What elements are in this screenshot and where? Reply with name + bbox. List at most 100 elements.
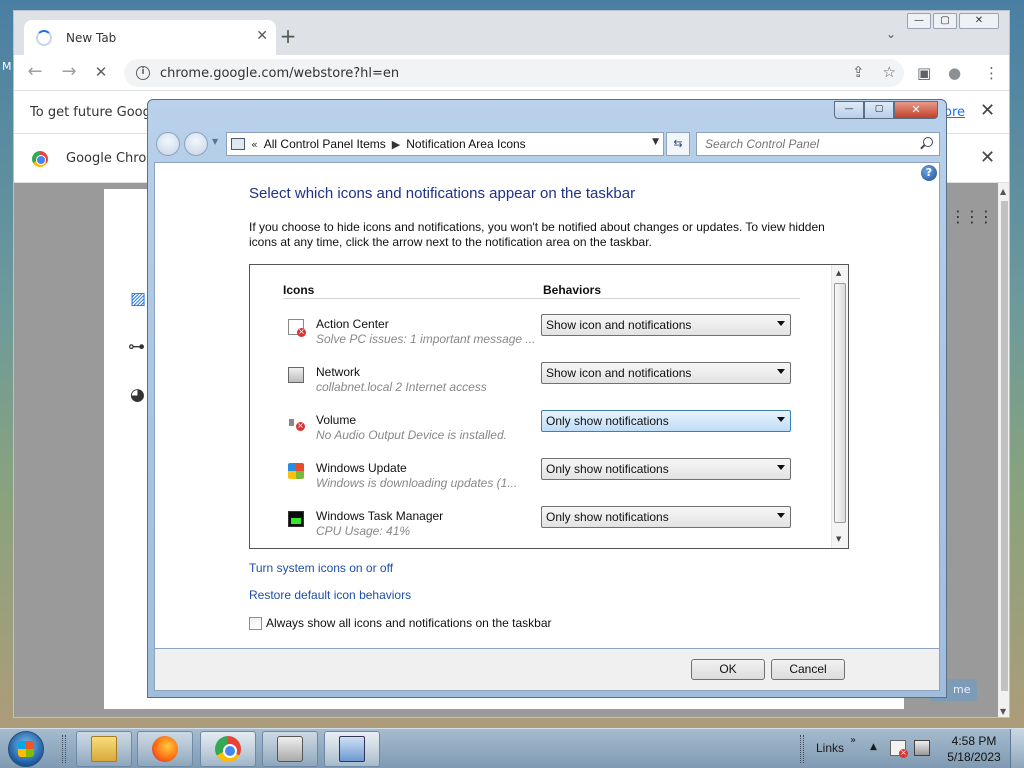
always-show-all-checkbox[interactable]: [249, 616, 262, 630]
scroll-up-icon[interactable]: ▲: [1000, 187, 1006, 196]
taskbar-firefox[interactable]: [137, 731, 193, 767]
item-description: Solve PC issues: 1 important message ...: [316, 332, 536, 346]
behavior-dropdown[interactable]: Only show notifications: [541, 458, 791, 480]
breadcrumb-overflow[interactable]: «: [251, 138, 258, 151]
turn-system-icons-link[interactable]: Turn system icons on or off: [249, 561, 393, 575]
tab-close-icon[interactable]: ✕: [256, 28, 268, 44]
behavior-value: Only show notifications: [546, 414, 669, 428]
chrome-maximize-button[interactable]: ▢: [933, 13, 957, 29]
behavior-dropdown[interactable]: Show icon and notifications: [541, 314, 791, 336]
side-panel-icon[interactable]: ▣: [917, 64, 931, 82]
bookmark-star-icon[interactable]: ☆: [883, 63, 896, 81]
clock-date: 5/18/2023: [947, 750, 1001, 764]
item-name: Network: [316, 365, 361, 379]
always-show-all-checkbox-row[interactable]: Always show all icons and notifications …: [249, 616, 552, 630]
dialog-maximize-button[interactable]: ▢: [864, 101, 894, 119]
breadcrumb-all-control-panel-items[interactable]: All Control Panel Items: [264, 137, 386, 151]
always-show-all-label[interactable]: Always show all icons and notifications …: [266, 616, 552, 630]
taskbar-explorer[interactable]: [76, 731, 132, 767]
chrome-tab-new-tab[interactable]: New Tab ✕: [24, 20, 276, 55]
promo-bar-text: Google Chrom: [66, 151, 159, 166]
page-scrollbar[interactable]: ▲ ▼: [998, 183, 1009, 717]
breadcrumb-notification-area-icons[interactable]: Notification Area Icons: [406, 137, 525, 151]
scrollbar-thumb[interactable]: [1001, 201, 1008, 691]
promo-bar-close-icon[interactable]: ✕: [980, 147, 995, 168]
back-arrow-icon[interactable]: ←: [24, 62, 46, 84]
recent-pages-chevron-icon[interactable]: ▼: [212, 137, 218, 146]
list-item: Windows Update Windows is downloading up…: [288, 458, 808, 501]
taskbar: Links » ▲ 4:58 PM 5/18/2023: [0, 728, 1024, 768]
list-scrollbar[interactable]: ▲ ▼: [831, 265, 848, 548]
profile-avatar-icon[interactable]: ●: [948, 64, 961, 82]
dialog-close-button[interactable]: ✕: [894, 101, 938, 119]
action-center-tray-icon[interactable]: [890, 740, 908, 758]
taskbar-grip[interactable]: [62, 735, 66, 763]
clock-time: 4:58 PM: [951, 734, 997, 748]
links-toolbar[interactable]: Links: [816, 741, 844, 755]
infobar-close-icon[interactable]: ✕: [980, 100, 995, 121]
start-button[interactable]: [8, 731, 44, 767]
list-scroll-down-icon[interactable]: ▼: [836, 535, 841, 543]
show-hidden-icons-arrow[interactable]: ▲: [870, 742, 877, 752]
scroll-down-icon[interactable]: ▼: [1000, 707, 1006, 716]
taskbar-control-panel[interactable]: [324, 731, 380, 767]
apps-grid-icon[interactable]: ⋮⋮⋮: [950, 207, 994, 226]
address-dropdown-icon[interactable]: ▼: [652, 137, 659, 147]
site-info-icon[interactable]: i: [136, 66, 150, 80]
list-item: Volume No Audio Output Device is install…: [288, 410, 808, 453]
image-icon[interactable]: ▨: [130, 289, 146, 309]
taskbar-app[interactable]: [262, 731, 318, 767]
new-tab-button[interactable]: +: [276, 25, 300, 49]
item-name: Volume: [316, 413, 357, 427]
help-icon[interactable]: ?: [921, 165, 937, 181]
behavior-dropdown[interactable]: Only show notifications: [541, 506, 791, 528]
ok-button[interactable]: OK: [691, 659, 765, 680]
system-clock[interactable]: 4:58 PM 5/18/2023: [946, 733, 1002, 765]
search-icon[interactable]: [923, 137, 933, 147]
list-scrollbar-thumb[interactable]: [834, 283, 846, 523]
volume-icon: [288, 415, 305, 431]
search-control-panel[interactable]: [696, 132, 940, 156]
chrome-menu-icon[interactable]: ⋮: [984, 64, 999, 82]
toolbar-grip[interactable]: [800, 735, 804, 763]
infobar-link[interactable]: ore: [944, 105, 965, 120]
behavior-dropdown[interactable]: Show icon and notifications: [541, 362, 791, 384]
network-icon: [288, 367, 304, 383]
restore-defaults-link[interactable]: Restore default icon behaviors: [249, 588, 411, 602]
tab-search-icon[interactable]: ⌄: [886, 27, 896, 41]
behavior-value: Only show notifications: [546, 462, 669, 476]
dropdown-arrow-icon: [777, 513, 785, 518]
behavior-value: Show icon and notifications: [546, 318, 692, 332]
chrome-minimize-button[interactable]: —: [907, 13, 931, 29]
share-icon[interactable]: ⇪: [852, 63, 865, 81]
network-tray-icon[interactable]: [914, 740, 930, 756]
action-center-icon: [288, 319, 306, 337]
refresh-icon[interactable]: ⇆: [666, 132, 690, 156]
show-desktop-button[interactable]: [1010, 729, 1024, 768]
stop-loading-icon[interactable]: ✕: [90, 62, 112, 84]
omnibox[interactable]: i chrome.google.com/webstore?hl=en ⇪ ☆: [124, 59, 904, 87]
chrome-close-button[interactable]: ✕: [959, 13, 999, 29]
breadcrumb-separator-icon[interactable]: ▶: [392, 138, 400, 151]
item-description: No Audio Output Device is installed.: [316, 428, 507, 442]
item-description: CPU Usage: 41%: [316, 524, 411, 538]
forward-arrow-icon[interactable]: →: [58, 62, 80, 84]
links-chevron-icon[interactable]: »: [850, 735, 856, 746]
chrome-logo-icon: [32, 151, 48, 167]
cancel-button[interactable]: Cancel: [771, 659, 845, 680]
search-input[interactable]: [697, 133, 907, 155]
address-bar[interactable]: « All Control Panel Items ▶ Notification…: [226, 132, 664, 156]
dialog-minimize-button[interactable]: —: [834, 101, 864, 119]
explorer-back-button[interactable]: [156, 132, 180, 156]
behavior-dropdown[interactable]: Only show notifications: [541, 410, 791, 432]
taskbar-chrome[interactable]: [200, 731, 256, 767]
explorer-forward-button[interactable]: [184, 132, 208, 156]
item-name: Action Center: [316, 317, 389, 331]
dialog-body: ? Select which icons and notifications a…: [154, 162, 940, 649]
link-icon[interactable]: ⊶: [128, 337, 145, 357]
control-panel-icon: [231, 138, 245, 150]
list-scroll-up-icon[interactable]: ▲: [836, 269, 841, 277]
palette-icon[interactable]: ◕: [130, 385, 145, 405]
dropdown-arrow-icon: [777, 369, 785, 374]
behavior-value: Only show notifications: [546, 510, 669, 524]
